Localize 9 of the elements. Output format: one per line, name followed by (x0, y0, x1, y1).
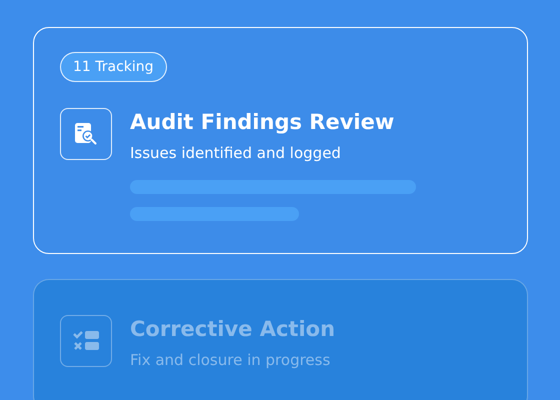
document-search-icon (73, 121, 99, 147)
card-subtitle: Fix and closure in progress (130, 350, 332, 371)
checklist-icon (72, 329, 100, 353)
task-card[interactable]: Corrective Action Fix and closure in progress (33, 279, 528, 400)
card-title: Corrective Action (130, 316, 336, 343)
tracking-badge: 11 Tracking (60, 52, 167, 82)
card-title: Audit Findings Review (130, 109, 396, 136)
card-subtitle: Issues identified and logged (130, 143, 342, 164)
task-card[interactable]: 11 Tracking Audit Findings Review Issues identified and logged (33, 27, 528, 254)
